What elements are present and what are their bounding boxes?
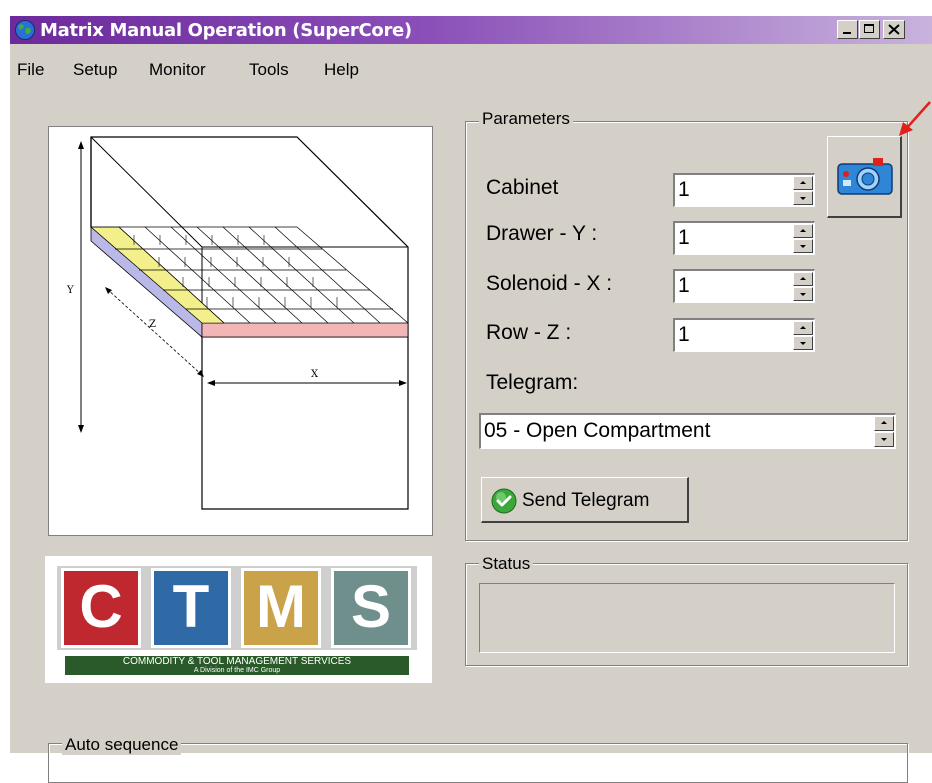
window-title: Matrix Manual Operation (SuperCore) [40,20,412,41]
cabinet-spin-down[interactable] [793,191,813,205]
auto-sequence-label: Auto sequence [62,735,182,755]
camera-icon [837,158,893,195]
status-display [479,583,895,653]
logo-subline: A Division of the IMC Group [193,667,281,674]
dimension-y-label: Y [66,285,74,296]
arrow-down-icon [881,438,887,441]
arrow-down-icon [800,245,806,248]
logo-letter-m: M [256,573,306,640]
globe-icon [15,20,35,40]
send-telegram-label: Send Telegram [522,490,650,511]
minimize-button[interactable] [837,20,858,39]
row-spin-down[interactable] [793,336,813,350]
close-button[interactable] [883,20,905,39]
menu-setup[interactable]: Setup [73,60,117,80]
row-z-value: 1 [678,323,690,346]
minimize-icon [843,32,851,34]
arrow-up-icon [800,181,806,184]
send-telegram-button[interactable]: Send Telegram [481,477,689,523]
main-window: Matrix Manual Operation (SuperCore) File… [9,15,932,783]
cabinet-value: 1 [678,178,690,201]
logo-tagline-bar: COMMODITY & TOOL MANAGEMENT SERVICES A D… [65,656,409,675]
camera-button[interactable] [827,136,902,218]
close-icon [888,24,900,35]
solenoid-spin-down[interactable] [793,287,813,301]
dimension-z-label: Z [149,319,156,330]
menu-tools[interactable]: Tools [249,60,289,80]
drawer-y-value: 1 [678,226,690,249]
row-spin-buttons [793,321,813,350]
ctms-logo: C T M S COMMODITY & TOOL MANAGEMENT SERV… [45,556,432,683]
dimension-x-label: X [311,369,319,380]
solenoid-x-label: Solenoid - X : [486,272,613,295]
drawer-spin-down[interactable] [793,239,813,253]
telegram-spin-buttons [874,416,894,447]
drawer-spin-up[interactable] [793,224,813,238]
telegram-label: Telegram: [486,371,579,394]
parameters-group-label: Parameters [479,109,573,129]
menu-monitor[interactable]: Monitor [149,60,206,80]
drawer-spin-buttons [793,224,813,253]
cabinet-spin-buttons [793,176,813,205]
telegram-spin-up[interactable] [874,416,894,431]
logo-tile-c: C [61,568,141,648]
title-bar[interactable]: Matrix Manual Operation (SuperCore) [10,16,932,44]
solenoid-spin-up[interactable] [793,272,813,286]
row-spin-up[interactable] [793,321,813,335]
telegram-spin-down[interactable] [874,432,894,447]
maximize-icon [864,24,874,33]
cabinet-label: Cabinet [486,176,559,199]
maximize-button[interactable] [859,20,880,39]
row-z-label: Row - Z : [486,321,572,344]
arrow-up-icon [800,229,806,232]
menu-file[interactable]: File [17,60,44,80]
cabinet-spinbox[interactable]: 1 [673,173,815,207]
arrow-up-icon [800,277,806,280]
logo-letter-c: C [79,573,123,640]
cabinet-illustration: Y Z X [66,136,409,510]
drawer-y-spinbox[interactable]: 1 [673,221,815,255]
logo-tile-m: M [241,568,321,648]
arrow-up-icon [881,421,887,424]
menu-bar: File Setup Monitor Tools Help [10,46,932,79]
arrow-down-icon [800,197,806,200]
arrow-down-icon [800,293,806,296]
annotation-arrow [899,101,931,136]
drawer-y-label: Drawer - Y : [486,222,598,245]
logo-letter-t: T [172,573,210,640]
status-group-label: Status [479,554,534,574]
logo-tile-t: T [151,568,231,648]
telegram-select[interactable]: 05 - Open Compartment [479,413,896,449]
check-icon [491,488,517,514]
logo-tagline: COMMODITY & TOOL MANAGEMENT SERVICES [122,656,352,667]
solenoid-x-value: 1 [678,274,690,297]
matrix-diagram: Y Z X [48,126,433,536]
logo-tile-s: S [331,568,411,648]
arrow-up-icon [800,326,806,329]
cabinet-spin-up[interactable] [793,176,813,190]
solenoid-x-spinbox[interactable]: 1 [673,269,815,303]
telegram-value: 05 - Open Compartment [484,419,711,442]
menu-help[interactable]: Help [324,60,359,80]
arrow-down-icon [800,342,806,345]
row-z-spinbox[interactable]: 1 [673,318,815,352]
logo-letter-s: S [350,573,392,640]
solenoid-spin-buttons [793,272,813,301]
